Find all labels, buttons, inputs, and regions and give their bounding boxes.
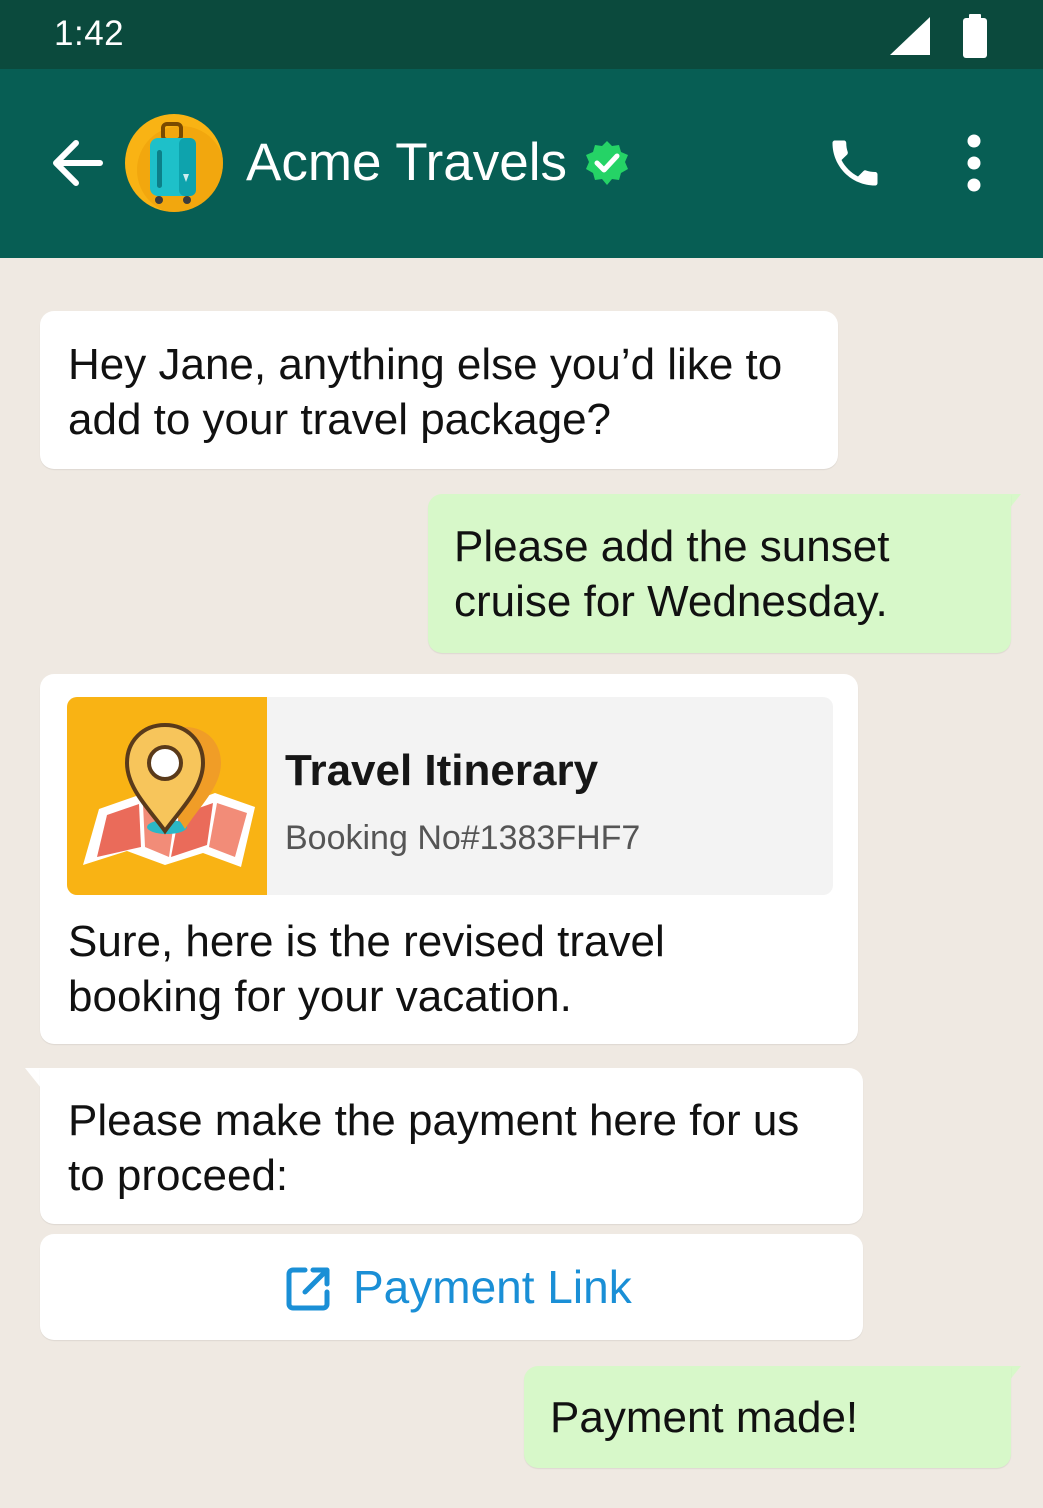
card-title: Travel Itinerary (285, 746, 599, 795)
incoming-message: Please make the payment here for us to p… (40, 1068, 863, 1224)
suitcase-icon (137, 122, 223, 212)
status-time: 1:42 (54, 14, 125, 53)
booking-number: Booking No#1383FHF7 (285, 819, 641, 857)
status-bar: 1:42 (0, 0, 1043, 69)
incoming-message: Hey Jane, anything else you’d like to ad… (40, 311, 838, 469)
payment-link-button[interactable]: Payment Link (40, 1234, 863, 1340)
message-text: Please make the payment here for us to p… (68, 1096, 800, 1200)
outgoing-message: Payment made! (524, 1366, 1011, 1468)
payment-link-label: Payment Link (353, 1261, 632, 1313)
bubble-tail (25, 1068, 41, 1088)
verified-badge-icon (586, 141, 628, 185)
external-link-icon (286, 1267, 330, 1311)
chat-header: Acme Travels (0, 69, 1043, 258)
itinerary-card[interactable]: Travel Itinerary Booking No#1383FHF7 (67, 697, 833, 895)
outgoing-message: Please add the sunset cruise for Wednesd… (428, 494, 1011, 653)
card-thumbnail (67, 697, 267, 895)
back-arrow-icon[interactable] (50, 135, 106, 191)
map-pin-icon (83, 722, 255, 867)
message-text: Sure, here is the revised travel booking… (68, 917, 665, 1021)
incoming-message-with-card: Travel Itinerary Booking No#1383FHF7 Sur… (40, 674, 858, 1044)
message-text: Hey Jane, anything else you’d like to ad… (68, 340, 783, 444)
contact-avatar[interactable] (125, 114, 223, 212)
battery-icon (963, 14, 987, 58)
more-vert-icon[interactable] (960, 133, 988, 193)
phone-call-icon[interactable] (823, 133, 887, 193)
message-text: Please add the sunset cruise for Wednesd… (454, 522, 890, 626)
cellular-signal-icon (890, 17, 930, 55)
message-text: Payment made! (550, 1393, 859, 1442)
contact-name[interactable]: Acme Travels (246, 132, 567, 193)
